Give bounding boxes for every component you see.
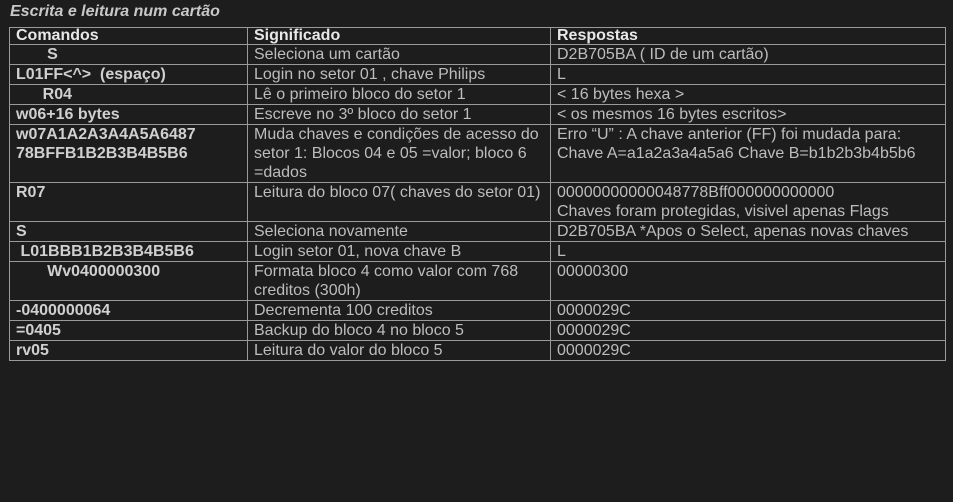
command-cell: =0405 [9, 320, 248, 341]
header-commands: Comandos [9, 27, 248, 45]
response-cell: Erro “U” : A chave anterior (FF) foi mud… [550, 124, 946, 183]
command-cell: L01BBB1B2B3B4B5B6 [9, 241, 248, 262]
meaning-cell: Login setor 01, nova chave B [247, 241, 551, 262]
meaning-cell: Leitura do bloco 07( chaves do setor 01) [247, 182, 551, 222]
table-row: =0405 Backup do bloco 4 no bloco 5 00000… [9, 320, 946, 341]
meaning-cell: Seleciona novamente [247, 221, 551, 242]
table-row: Wv0400000300 Formata bloco 4 como valor … [9, 261, 946, 301]
command-cell: w06+16 bytes [9, 104, 248, 125]
command-cell: R04 [9, 84, 248, 105]
command-cell: S [9, 44, 248, 65]
table-row: R04 Lê o primeiro bloco do setor 1 < 16 … [9, 84, 946, 105]
meaning-cell: Login no setor 01 , chave Philips [247, 64, 551, 85]
command-cell: w07A1A2A3A4A5A6487 78BFFB1B2B3B4B5B6 [9, 124, 248, 183]
command-cell: Wv0400000300 [9, 261, 248, 301]
table-row: L01BBB1B2B3B4B5B6 Login setor 01, nova c… [9, 241, 946, 262]
table-row: -0400000064 Decrementa 100 creditos 0000… [9, 300, 946, 321]
meaning-cell: Formata bloco 4 como valor com 768 credi… [247, 261, 551, 301]
meaning-cell: Backup do bloco 4 no bloco 5 [247, 320, 551, 341]
command-cell: rv05 [9, 340, 248, 361]
response-cell: 0000029C [550, 320, 946, 341]
response-cell: 00000000000048778Bff000000000000 Chaves … [550, 182, 946, 222]
table-row: w07A1A2A3A4A5A6487 78BFFB1B2B3B4B5B6 Mud… [9, 124, 946, 183]
response-cell: 0000029C [550, 340, 946, 361]
meaning-cell: Decrementa 100 creditos [247, 300, 551, 321]
response-cell: 0000029C [550, 300, 946, 321]
header-meaning: Significado [247, 27, 551, 45]
command-cell: S [9, 221, 248, 242]
response-cell: < os mesmos 16 bytes escritos> [550, 104, 946, 125]
response-cell: < 16 bytes hexa > [550, 84, 946, 105]
table-row: w06+16 bytes Escreve no 3º bloco do seto… [9, 104, 946, 125]
response-cell: 00000300 [550, 261, 946, 301]
command-cell: L01FF<^> (espaço) [9, 64, 248, 85]
command-cell: -0400000064 [9, 300, 248, 321]
table-row: S Seleciona novamente D2B705BA *Apos o S… [9, 221, 946, 242]
meaning-cell: Leitura do valor do bloco 5 [247, 340, 551, 361]
header-responses: Respostas [550, 27, 946, 45]
commands-table: Comandos Significado Respostas S Selecio… [9, 27, 946, 361]
table-row: S Seleciona um cartão D2B705BA ( ID de u… [9, 44, 946, 65]
response-cell: L [550, 64, 946, 85]
document-title: Escrita e leitura num cartão [10, 3, 220, 20]
response-cell: D2B705BA ( ID de um cartão) [550, 44, 946, 65]
response-cell: D2B705BA *Apos o Select, apenas novas ch… [550, 221, 946, 242]
meaning-cell: Seleciona um cartão [247, 44, 551, 65]
meaning-cell: Lê o primeiro bloco do setor 1 [247, 84, 551, 105]
command-cell: R07 [9, 182, 248, 222]
table-row: L01FF<^> (espaço) Login no setor 01 , ch… [9, 64, 946, 85]
meaning-cell: Muda chaves e condições de acesso do set… [247, 124, 551, 183]
meaning-cell: Escreve no 3º bloco do setor 1 [247, 104, 551, 125]
table-row: rv05 Leitura do valor do bloco 5 0000029… [9, 340, 946, 361]
table-row: R07 Leitura do bloco 07( chaves do setor… [9, 182, 946, 222]
table-header-row: Comandos Significado Respostas [9, 27, 946, 45]
response-cell: L [550, 241, 946, 262]
